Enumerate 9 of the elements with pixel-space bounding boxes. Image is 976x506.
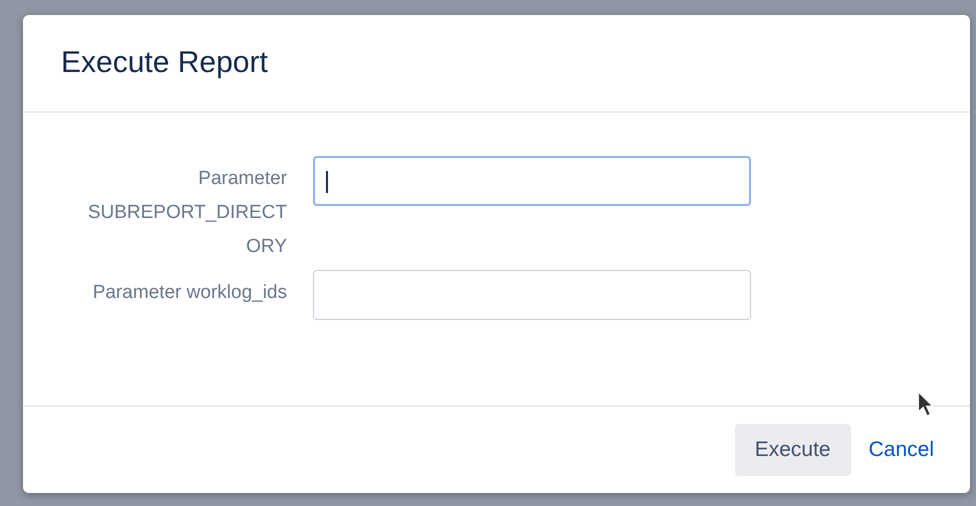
cancel-link[interactable]: Cancel: [860, 434, 942, 466]
field-label: Parameter SUBREPORT_DIRECTORY: [87, 167, 287, 259]
field-label: Parameter worklog_ids: [92, 281, 287, 305]
dialog-title: Execute Report: [61, 46, 268, 80]
execute-button[interactable]: Execute: [734, 424, 851, 476]
input-field[interactable]: [313, 156, 751, 206]
input-field[interactable]: [313, 270, 751, 320]
text-caret-icon: [326, 171, 328, 193]
mouse-pointer-icon: [917, 391, 935, 417]
